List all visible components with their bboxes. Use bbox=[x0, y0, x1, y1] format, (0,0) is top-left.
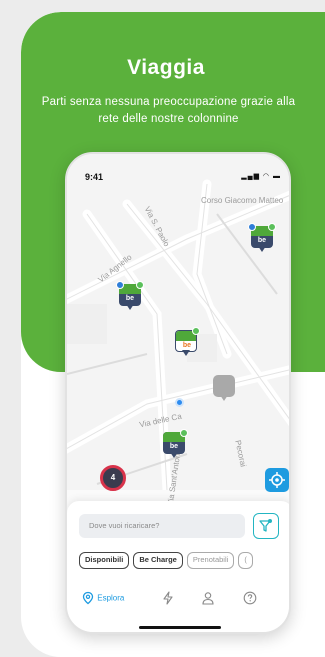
help-icon bbox=[243, 591, 257, 605]
bottom-nav: Esplora bbox=[67, 585, 289, 615]
locate-me-button[interactable] bbox=[265, 468, 289, 492]
street-label: Corso Giacomo Matteo bbox=[201, 196, 284, 205]
status-bar: 9:41 ▂▄▆ ◠ ▬ bbox=[67, 154, 289, 186]
charger-pin[interactable]: be bbox=[248, 223, 276, 252]
status-time: 9:41 bbox=[85, 172, 104, 182]
lightning-icon bbox=[163, 591, 173, 605]
nav-charging[interactable] bbox=[161, 591, 175, 610]
be-charge-logo: be bbox=[169, 443, 179, 450]
user-location-dot bbox=[175, 398, 184, 407]
map-pin-icon bbox=[82, 591, 94, 605]
chip-reservable[interactable]: Prenotabili bbox=[186, 552, 235, 569]
filter-chips: Disponibili Be Charge Prenotabili( bbox=[79, 549, 289, 569]
phone-mockup: 9:41 ▂▄▆ ◠ ▬ Corso Giacomo Matteo Via S.… bbox=[65, 152, 291, 634]
home-indicator bbox=[139, 626, 221, 629]
available-dot bbox=[268, 223, 276, 231]
reservable-dot bbox=[116, 281, 124, 289]
search-input[interactable]: Dove vuoi ricaricare? bbox=[79, 514, 245, 538]
bottom-sheet: Dove vuoi ricaricare? Disponibili Be Char… bbox=[67, 501, 289, 632]
be-charge-logo: be bbox=[257, 237, 267, 244]
map-cluster[interactable]: 4 bbox=[100, 465, 126, 491]
be-charge-logo: be bbox=[125, 295, 135, 302]
nav-explore-label: Esplora bbox=[97, 593, 125, 603]
chip-be-charge[interactable]: Be Charge bbox=[133, 552, 183, 569]
charger-pin[interactable]: be bbox=[163, 429, 188, 458]
available-dot bbox=[136, 281, 144, 289]
nav-explore[interactable]: Esplora bbox=[81, 591, 124, 605]
filter-button[interactable] bbox=[253, 513, 279, 539]
reservable-dot bbox=[248, 223, 256, 231]
charger-pin[interactable]: be bbox=[116, 281, 144, 310]
map-view[interactable]: 9:41 ▂▄▆ ◠ ▬ Corso Giacomo Matteo Via S.… bbox=[67, 154, 289, 506]
chip-available[interactable]: Disponibili bbox=[79, 552, 130, 569]
filter-icon bbox=[259, 519, 272, 532]
promo-card: Viaggia Parti senza nessuna preoccupazio… bbox=[21, 12, 325, 657]
crosshair-icon bbox=[269, 472, 285, 488]
nav-help[interactable] bbox=[243, 591, 257, 610]
charger-pin[interactable]: be bbox=[175, 327, 200, 356]
be-charge-logo: be bbox=[182, 342, 192, 349]
available-dot bbox=[192, 327, 200, 335]
hero-title: Viaggia bbox=[127, 56, 205, 79]
chip-more[interactable]: ( bbox=[238, 552, 253, 569]
available-dot bbox=[180, 429, 188, 437]
hero-subtitle: Parti senza nessuna preoccupazione grazi… bbox=[41, 96, 296, 125]
nav-profile[interactable] bbox=[201, 591, 215, 610]
user-icon bbox=[202, 592, 214, 605]
offline-charger-pin[interactable] bbox=[213, 375, 235, 401]
status-icons: ▂▄▆ ◠ ▬ bbox=[241, 173, 281, 180]
